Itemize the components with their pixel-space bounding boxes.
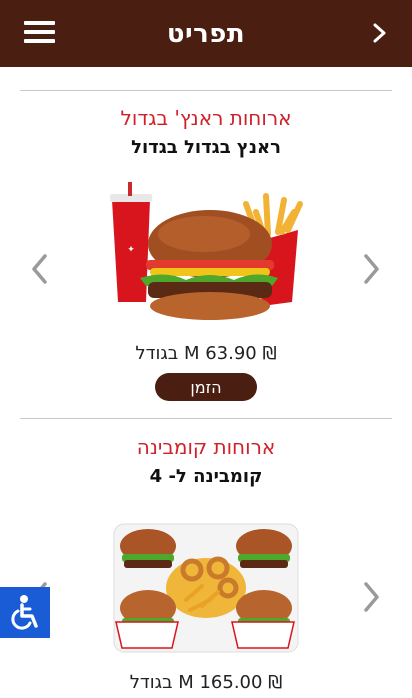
accessibility-button[interactable] xyxy=(0,587,50,638)
divider xyxy=(20,418,392,419)
burger-meal-image[interactable]: ✦ xyxy=(106,182,306,332)
menu-icon[interactable] xyxy=(24,21,55,44)
item-category: ארוחות קומבינה xyxy=(136,435,276,459)
wheelchair-icon xyxy=(11,594,38,630)
divider xyxy=(20,90,392,91)
item-name: קומבינה ל- 4 xyxy=(149,466,263,487)
item-category: ארוחות ראנץ' בגדול xyxy=(120,106,292,130)
combo-meal-image[interactable] xyxy=(106,512,306,662)
order-button[interactable]: הזמן xyxy=(155,373,257,401)
carousel-next-icon[interactable] xyxy=(360,580,382,614)
top-bar: תפריט xyxy=(0,0,412,67)
chevron-right-icon[interactable] xyxy=(372,20,388,46)
svg-text:✦: ✦ xyxy=(127,245,135,255)
carousel-prev-icon[interactable] xyxy=(29,252,51,286)
item-price: בגודל M 165.00 ₪ xyxy=(129,672,283,693)
item-name: ראנץ בגדול בגדול xyxy=(131,137,281,158)
item-price: בגודל M 63.90 ₪ xyxy=(135,343,277,364)
page-title: תפריט xyxy=(166,18,246,49)
carousel-next-icon[interactable] xyxy=(360,252,382,286)
